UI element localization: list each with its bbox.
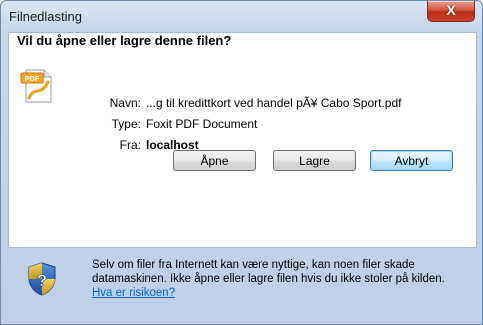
- from-label: Fra:: [119, 138, 141, 152]
- close-button[interactable]: X: [427, 1, 475, 22]
- type-label: Type:: [111, 117, 141, 131]
- window-title: Filnedlasting: [9, 9, 82, 24]
- title-bar[interactable]: Filnedlasting X: [1, 1, 482, 32]
- save-button[interactable]: Lagre: [273, 150, 356, 171]
- cancel-button[interactable]: Avbryt: [370, 150, 453, 171]
- security-warning: Selv om filer fra Internett kan være nyt…: [92, 258, 467, 300]
- svg-text:?: ?: [37, 271, 47, 290]
- dialog-question: Vil du åpne eller lagre denne filen?: [17, 33, 232, 48]
- warning-text: Selv om filer fra Internett kan være nyt…: [92, 259, 445, 285]
- pdf-file-icon: PDF: [20, 69, 52, 103]
- security-shield-icon: ?: [28, 262, 56, 296]
- risk-help-link[interactable]: Hva er risikoen?: [92, 287, 175, 299]
- open-button[interactable]: Åpne: [173, 150, 256, 171]
- close-icon: X: [446, 2, 456, 18]
- file-type-value: Foxit PDF Document: [146, 117, 258, 131]
- name-label: Navn:: [109, 96, 141, 110]
- file-name-value: ...g til kredittkort ved handel pÃ¥ Cabo…: [146, 96, 402, 110]
- svg-text:PDF: PDF: [25, 74, 40, 83]
